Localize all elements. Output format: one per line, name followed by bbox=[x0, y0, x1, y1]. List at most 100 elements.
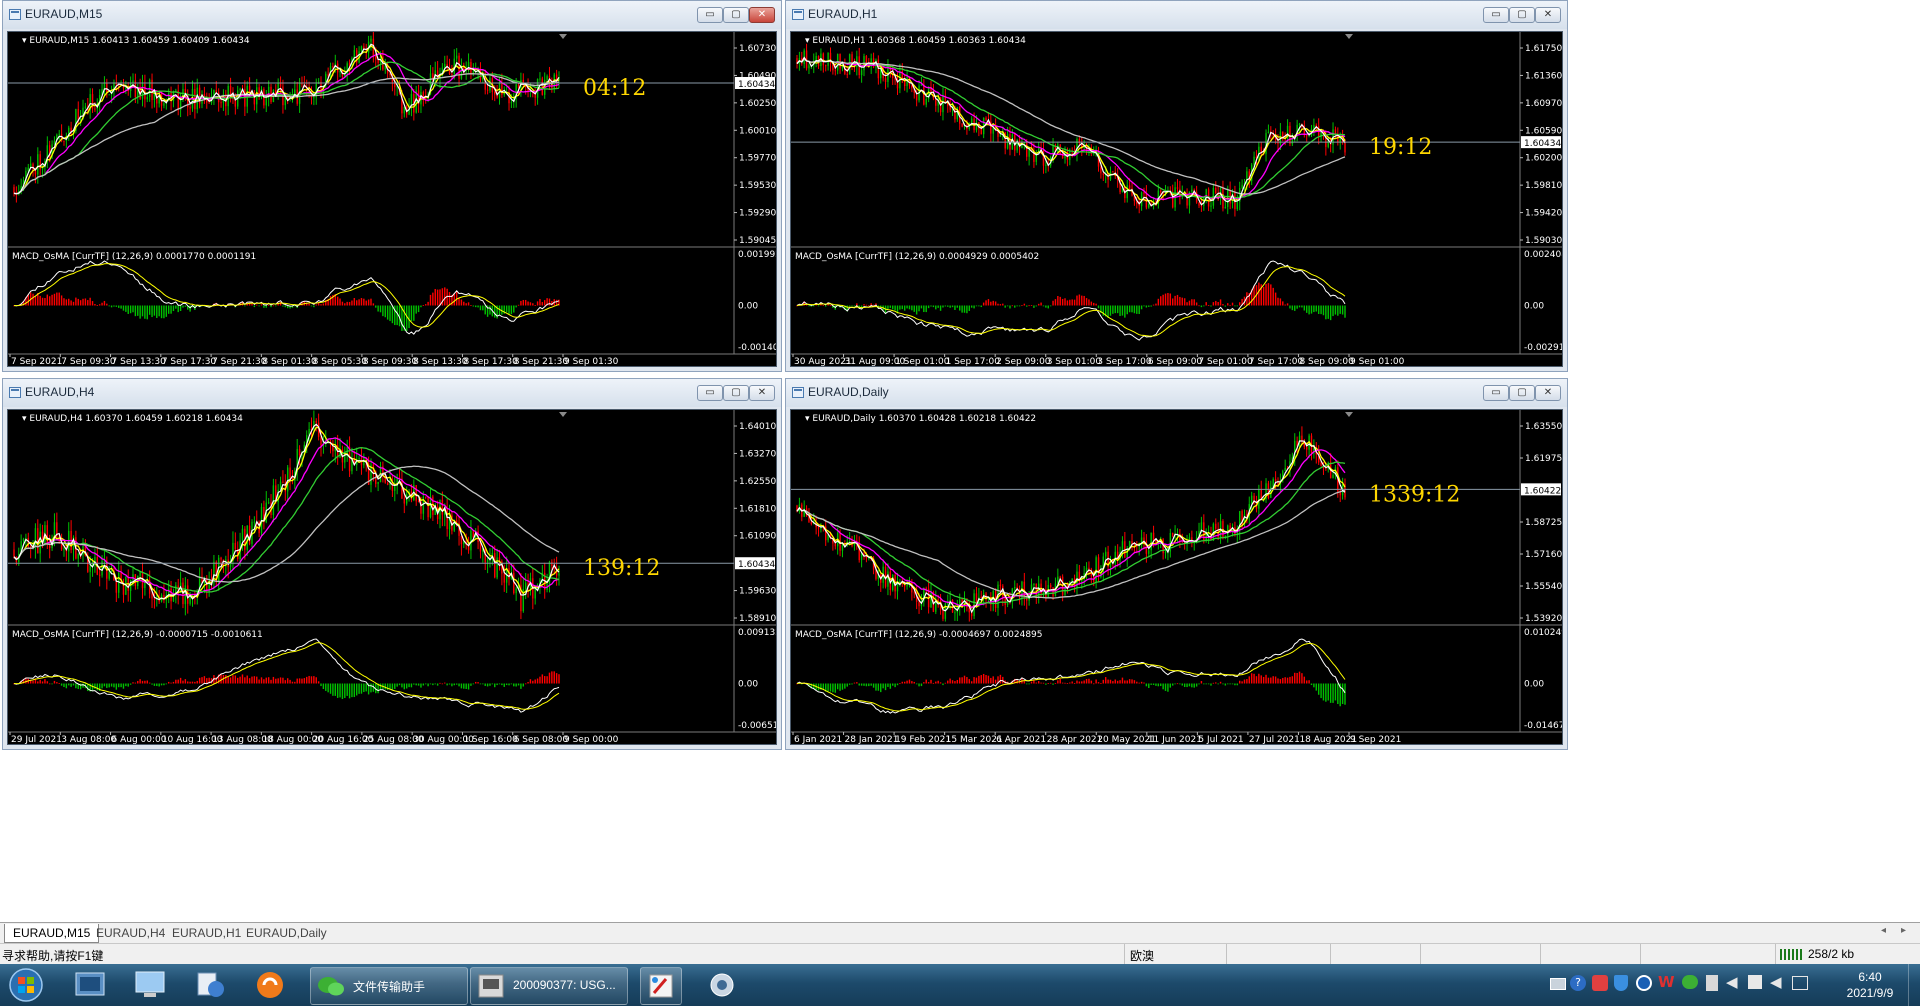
close-button[interactable]: ✕ bbox=[1535, 7, 1561, 23]
monitor-taskbar-icon[interactable] bbox=[130, 967, 170, 1003]
paint-taskbar-icon[interactable] bbox=[640, 967, 682, 1005]
tray-shield-icon[interactable] bbox=[1614, 975, 1628, 991]
chart-svg[interactable]: ▾ EURAUD,Daily 1.60370 1.60428 1.60218 1… bbox=[791, 410, 1562, 744]
tray-network-icon[interactable] bbox=[1792, 976, 1808, 990]
tab-euraud-m15[interactable]: EURAUD,M15 bbox=[4, 924, 100, 943]
candle-body bbox=[954, 612, 956, 614]
macd-bar bbox=[1186, 302, 1188, 306]
macd-bar bbox=[417, 305, 420, 313]
window-titlebar[interactable]: EURAUD,Daily ▭ ▢ ✕ bbox=[786, 379, 1567, 407]
network-app-taskbar-icon[interactable] bbox=[190, 967, 230, 1003]
tray-volume-icon[interactable]: ◀ bbox=[1726, 973, 1738, 991]
macd-bar bbox=[322, 683, 325, 690]
tray-speaker-muted-icon[interactable]: ◀ bbox=[1770, 973, 1782, 991]
maximize-button[interactable]: ▢ bbox=[723, 7, 749, 23]
macd-bar bbox=[1140, 305, 1143, 310]
tray-pin-icon[interactable] bbox=[1706, 975, 1718, 991]
close-button[interactable]: ✕ bbox=[749, 385, 775, 401]
price-tick-label: 1.59290 bbox=[739, 209, 776, 219]
macd-bar bbox=[853, 682, 856, 684]
chart-window-daily[interactable]: EURAUD,Daily ▭ ▢ ✕ ▾ EURAUD,Daily 1.6037… bbox=[785, 378, 1568, 750]
macd-signal-line bbox=[796, 266, 1346, 337]
tray-keyboard-icon[interactable] bbox=[1550, 978, 1566, 990]
window-titlebar[interactable]: EURAUD,M15 ▭ ▢ ✕ bbox=[3, 1, 781, 29]
macd-bar bbox=[1073, 299, 1076, 306]
status-divider bbox=[1640, 944, 1641, 964]
macd-bar bbox=[163, 305, 165, 319]
macd-bar bbox=[1301, 673, 1303, 684]
macd-bar bbox=[1179, 296, 1181, 306]
chart-svg[interactable]: ▾ EURAUD,H4 1.60370 1.60459 1.60218 1.60… bbox=[8, 410, 776, 744]
explorer-taskbar-icon[interactable] bbox=[70, 967, 110, 1003]
macd-bar bbox=[536, 678, 539, 684]
candle-body bbox=[539, 78, 541, 80]
maximize-button[interactable]: ▢ bbox=[1509, 7, 1535, 23]
chart-window-h4[interactable]: EURAUD,H4 ▭ ▢ ✕ ▾ EURAUD,H4 1.60370 1.60… bbox=[2, 378, 782, 750]
macd-bar bbox=[158, 683, 160, 687]
macd-tick-label: 0.0019924 bbox=[738, 250, 776, 260]
price-tick-label: 1.60250 bbox=[739, 99, 776, 109]
window-titlebar[interactable]: EURAUD,H4 ▭ ▢ ✕ bbox=[3, 379, 781, 407]
tray-clock[interactable]: 6:40 2021/9/9 bbox=[1840, 968, 1900, 1002]
macd-bar bbox=[375, 305, 377, 308]
chart-plot-area[interactable]: ▾ EURAUD,M15 1.60413 1.60459 1.60409 1.6… bbox=[7, 31, 777, 367]
macd-bar bbox=[868, 305, 870, 307]
remote-app-taskbar-icon[interactable] bbox=[702, 967, 742, 1003]
terminal-account-task[interactable]: 200090377: USG... bbox=[470, 967, 628, 1005]
macd-bar bbox=[39, 295, 41, 306]
macd-bar bbox=[1260, 675, 1262, 684]
macd-bar bbox=[41, 297, 44, 306]
chart-window-h1[interactable]: EURAUD,H1 ▭ ▢ ✕ ▾ EURAUD,H1 1.60368 1.60… bbox=[785, 0, 1568, 372]
macd-bar bbox=[372, 303, 375, 306]
minimize-button[interactable]: ▭ bbox=[1483, 385, 1509, 401]
media-player-taskbar-icon[interactable] bbox=[250, 967, 290, 1003]
tray-security-icon[interactable] bbox=[1636, 975, 1652, 991]
chart-plot-area[interactable]: ▾ EURAUD,H4 1.60370 1.60459 1.60218 1.60… bbox=[7, 409, 777, 745]
minimize-button[interactable]: ▭ bbox=[697, 385, 723, 401]
macd-bar bbox=[225, 675, 227, 684]
tray-wechat-icon[interactable] bbox=[1682, 975, 1698, 989]
window-titlebar[interactable]: EURAUD,H1 ▭ ▢ ✕ bbox=[786, 1, 1567, 29]
macd-bar bbox=[256, 676, 258, 684]
tab-euraud-h1[interactable]: EURAUD,H1 bbox=[164, 924, 249, 942]
show-desktop-button[interactable] bbox=[1908, 964, 1920, 1006]
macd-main-line bbox=[796, 260, 1346, 341]
time-tick-label: 7 Sep 09:30 bbox=[61, 357, 116, 366]
chart-svg[interactable]: ▾ EURAUD,M15 1.60413 1.60459 1.60409 1.6… bbox=[8, 32, 776, 366]
maximize-button[interactable]: ▢ bbox=[723, 385, 749, 401]
tab-euraud-h4[interactable]: EURAUD,H4 bbox=[88, 924, 173, 942]
minimize-button[interactable]: ▭ bbox=[697, 7, 723, 23]
chart-plot-area[interactable]: ▾ EURAUD,H1 1.60368 1.60459 1.60363 1.60… bbox=[790, 31, 1563, 367]
macd-bar bbox=[1317, 305, 1320, 314]
tab-euraud-daily[interactable]: EURAUD,Daily bbox=[238, 924, 335, 942]
macd-bar bbox=[829, 683, 832, 692]
tab-scroll-left-icon[interactable]: ◂ bbox=[1881, 925, 1886, 936]
chart-window-m15[interactable]: EURAUD,M15 ▭ ▢ ✕ ▾ EURAUD,M15 1.60413 1.… bbox=[2, 0, 782, 372]
chart-svg[interactable]: ▾ EURAUD,H1 1.60368 1.60459 1.60363 1.60… bbox=[791, 32, 1562, 366]
macd-bar bbox=[70, 300, 72, 306]
close-button[interactable]: ✕ bbox=[1535, 385, 1561, 401]
tab-scroll-right-icon[interactable]: ▸ bbox=[1901, 925, 1906, 936]
macd-bar bbox=[56, 292, 58, 306]
macd-bar bbox=[1315, 683, 1318, 691]
chart-plot-area[interactable]: ▾ EURAUD,Daily 1.60370 1.60428 1.60218 1… bbox=[790, 409, 1563, 745]
tray-w-icon[interactable]: W bbox=[1658, 973, 1675, 991]
macd-bar bbox=[484, 683, 486, 686]
minimize-button[interactable]: ▭ bbox=[1483, 7, 1509, 23]
macd-bar bbox=[405, 683, 408, 689]
candle-body bbox=[980, 596, 982, 598]
tray-flag-icon[interactable] bbox=[1748, 975, 1762, 989]
close-button[interactable]: ✕ bbox=[749, 7, 775, 23]
tray-app-icon[interactable] bbox=[1592, 975, 1608, 991]
macd-bar bbox=[975, 305, 978, 307]
macd-bar bbox=[915, 305, 918, 315]
macd-header-text: MACD_OsMA [CurrTF] (12,26,9) -0.0000715 … bbox=[12, 630, 263, 640]
candle-body bbox=[887, 571, 889, 587]
tray-help-icon[interactable]: ? bbox=[1570, 975, 1586, 991]
macd-bar bbox=[482, 305, 484, 311]
wechat-file-transfer-task[interactable]: 文件传输助手 bbox=[310, 967, 468, 1005]
start-button[interactable] bbox=[6, 967, 46, 1003]
macd-bar bbox=[1026, 683, 1028, 685]
maximize-button[interactable]: ▢ bbox=[1509, 385, 1535, 401]
windows-start-orb-icon[interactable] bbox=[6, 967, 46, 1003]
